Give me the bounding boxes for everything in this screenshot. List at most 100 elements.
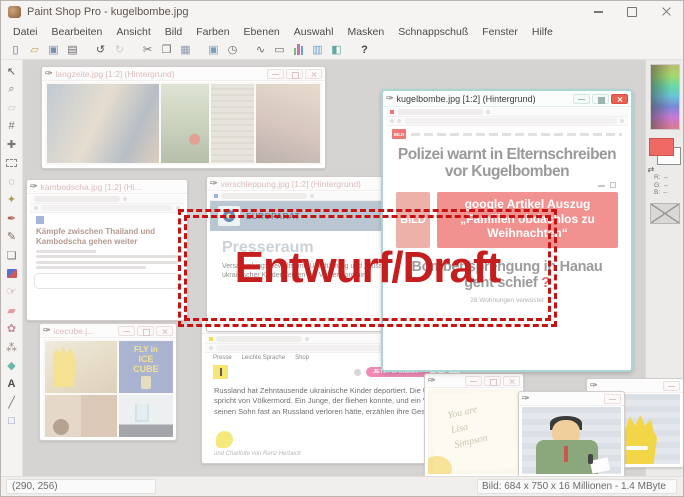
foreground-color-swatch[interactable] bbox=[649, 138, 674, 156]
back-icon bbox=[34, 206, 38, 210]
menu-masken[interactable]: Masken bbox=[340, 26, 391, 38]
shape-tool[interactable]: □ bbox=[3, 411, 21, 429]
dropper-tool[interactable]: ✒ bbox=[3, 209, 21, 227]
text-line bbox=[36, 255, 178, 258]
marquee-inner-border: Entwurf/Draft bbox=[184, 215, 551, 321]
nav-presse[interactable]: Presse bbox=[213, 355, 232, 361]
image-window-icecube[interactable]: ✑ icecube.j... FLY in ICE CUBE bbox=[39, 323, 177, 441]
swap-colors-icon[interactable]: ⇄ bbox=[648, 165, 655, 174]
icecube-canvas[interactable]: FLY in ICE CUBE bbox=[43, 339, 173, 437]
kugelbombe-titlebar[interactable]: ✑ kugelbombe.jpg [1:2] (Hintergrund) bbox=[383, 91, 631, 107]
nav-leichte-sprache[interactable]: Leichte Sprache bbox=[242, 355, 285, 361]
copy-icon[interactable]: ❐ bbox=[157, 41, 176, 58]
curves-icon[interactable]: ∿ bbox=[251, 41, 270, 58]
reporter-tie bbox=[564, 446, 568, 462]
browser-tab-row bbox=[30, 195, 184, 204]
note-text: You are Lisa Simpson bbox=[428, 389, 520, 457]
paste-icon[interactable]: ▦ bbox=[176, 41, 195, 58]
dialog-box-icon[interactable]: ▭ bbox=[270, 41, 289, 58]
mover-tool[interactable]: ✚ bbox=[3, 136, 21, 154]
line-tool[interactable]: ╱ bbox=[3, 393, 21, 411]
texture-none-box[interactable] bbox=[650, 203, 680, 224]
collage-canvas[interactable] bbox=[45, 82, 322, 165]
close-button[interactable] bbox=[649, 1, 683, 23]
cut-icon[interactable]: ✂ bbox=[138, 41, 157, 58]
menu-bild[interactable]: Bild bbox=[158, 26, 190, 38]
note-titlebar[interactable]: ✑ bbox=[425, 374, 523, 388]
paintbrush-tool[interactable]: ✎ bbox=[3, 228, 21, 246]
save-file-icon[interactable]: ▣ bbox=[44, 41, 63, 58]
menu-fenster[interactable]: Fenster bbox=[475, 26, 525, 38]
clone-brush-tool[interactable]: ❏ bbox=[3, 246, 21, 264]
color-palette-icon[interactable]: ◧ bbox=[327, 41, 346, 58]
maximize-button[interactable] bbox=[615, 1, 649, 23]
kugelbombe-close-button[interactable] bbox=[611, 94, 628, 104]
zoom-tool[interactable]: ⌕ bbox=[3, 80, 21, 98]
minimize-button[interactable] bbox=[581, 1, 615, 23]
histogram-icon[interactable] bbox=[289, 41, 308, 58]
note-canvas[interactable]: You are Lisa Simpson bbox=[428, 389, 520, 474]
print-icon[interactable]: ▤ bbox=[63, 41, 82, 58]
flood-fill-tool[interactable]: ◆ bbox=[3, 356, 21, 374]
timer-icon[interactable]: ◷ bbox=[223, 41, 242, 58]
freehand-selection-tool[interactable]: ◌ bbox=[3, 172, 21, 190]
menu-farben[interactable]: Farben bbox=[189, 26, 236, 38]
picture-tube-tool[interactable]: ✿ bbox=[3, 319, 21, 337]
selection-tool[interactable] bbox=[3, 154, 21, 172]
kugelbombe-maximize-button[interactable] bbox=[592, 94, 609, 104]
collage-maximize-button[interactable] bbox=[286, 69, 303, 79]
icecube-maximize-button[interactable] bbox=[137, 326, 154, 336]
airbrush-tool[interactable]: ⁂ bbox=[3, 338, 21, 356]
browser-tab bbox=[34, 196, 120, 202]
image-window-kambodscha[interactable]: ✑ kambodscha.jpg [1:2] (Hi... Kämpfe zwi… bbox=[26, 179, 188, 321]
menu-auswahl[interactable]: Auswahl bbox=[287, 26, 341, 38]
kambodscha-titlebar[interactable]: ✑ kambodscha.jpg [1:2] (Hi... bbox=[27, 180, 187, 194]
eraser-tool[interactable]: ▰ bbox=[3, 301, 21, 319]
note-close-button[interactable] bbox=[503, 376, 520, 386]
menu-ansicht[interactable]: Ansicht bbox=[109, 26, 157, 38]
chart-icon[interactable]: ▥ bbox=[308, 41, 327, 58]
nav-shop[interactable]: Shop bbox=[295, 355, 309, 361]
rgb-r-row: R:-- bbox=[646, 174, 683, 182]
kambodscha-canvas[interactable]: Kämpfe zwischen Thailand und Kambodscha … bbox=[30, 195, 184, 317]
context-help-icon[interactable]: ? bbox=[355, 41, 374, 58]
undo-icon[interactable]: ↺ bbox=[91, 41, 110, 58]
image-window-note[interactable]: ✑ You are Lisa Simpson bbox=[424, 373, 524, 476]
color-swatches: ⇄ bbox=[648, 136, 682, 174]
app-titlebar[interactable]: Paint Shop Pro - kugelbombe.jpg bbox=[1, 1, 683, 23]
full-screen-preview-icon[interactable]: ▣ bbox=[204, 41, 223, 58]
open-file-icon[interactable]: ▱ bbox=[25, 41, 44, 58]
menubar: Datei Bearbeiten Ansicht Bild Farben Ebe… bbox=[1, 23, 683, 40]
lisa-minimize-button[interactable] bbox=[663, 381, 680, 391]
menu-ebenen[interactable]: Ebenen bbox=[237, 26, 287, 38]
menu-bearbeiten[interactable]: Bearbeiten bbox=[45, 26, 110, 38]
collage-titlebar[interactable]: ✑ langzeite.jpg [1:2] (Hintergrund) bbox=[42, 67, 325, 81]
reporter-canvas[interactable] bbox=[522, 407, 621, 474]
draft-selection-marquee[interactable]: Entwurf/Draft bbox=[178, 209, 557, 327]
magic-wand-tool[interactable]: ✦ bbox=[3, 191, 21, 209]
menu-datei[interactable]: Datei bbox=[6, 26, 45, 38]
reporter-minimize-button[interactable] bbox=[604, 394, 621, 404]
color-picker-rainbow[interactable] bbox=[650, 64, 680, 130]
bild-site-header: BILD bbox=[386, 126, 628, 140]
color-replacer-tool[interactable] bbox=[3, 264, 21, 282]
icecube-minimize-button[interactable] bbox=[118, 326, 135, 336]
note-minimize-button[interactable] bbox=[465, 376, 482, 386]
account-icon[interactable] bbox=[354, 369, 361, 376]
reporter-titlebar[interactable]: ✑ bbox=[519, 392, 624, 406]
menu-hilfe[interactable]: Hilfe bbox=[525, 26, 560, 38]
image-window-reporter[interactable]: ✑ bbox=[518, 391, 625, 476]
collage-close-button[interactable] bbox=[305, 69, 322, 79]
collage-minimize-button[interactable] bbox=[267, 69, 284, 79]
crop-tool[interactable]: # bbox=[3, 117, 21, 135]
note-maximize-button[interactable] bbox=[484, 376, 501, 386]
image-window-collage[interactable]: ✑ langzeite.jpg [1:2] (Hintergrund) bbox=[41, 66, 326, 169]
icecube-close-button[interactable] bbox=[156, 326, 173, 336]
text-tool[interactable]: A bbox=[3, 375, 21, 393]
menu-schnappschuss[interactable]: Schnappschuß bbox=[391, 26, 475, 38]
new-file-icon[interactable]: ▯ bbox=[6, 41, 25, 58]
arrow-tool[interactable]: ↖ bbox=[3, 62, 21, 80]
icecube-titlebar[interactable]: ✑ icecube.j... bbox=[40, 324, 176, 338]
retouch-tool[interactable]: ☞ bbox=[3, 283, 21, 301]
kugelbombe-minimize-button[interactable] bbox=[573, 94, 590, 104]
